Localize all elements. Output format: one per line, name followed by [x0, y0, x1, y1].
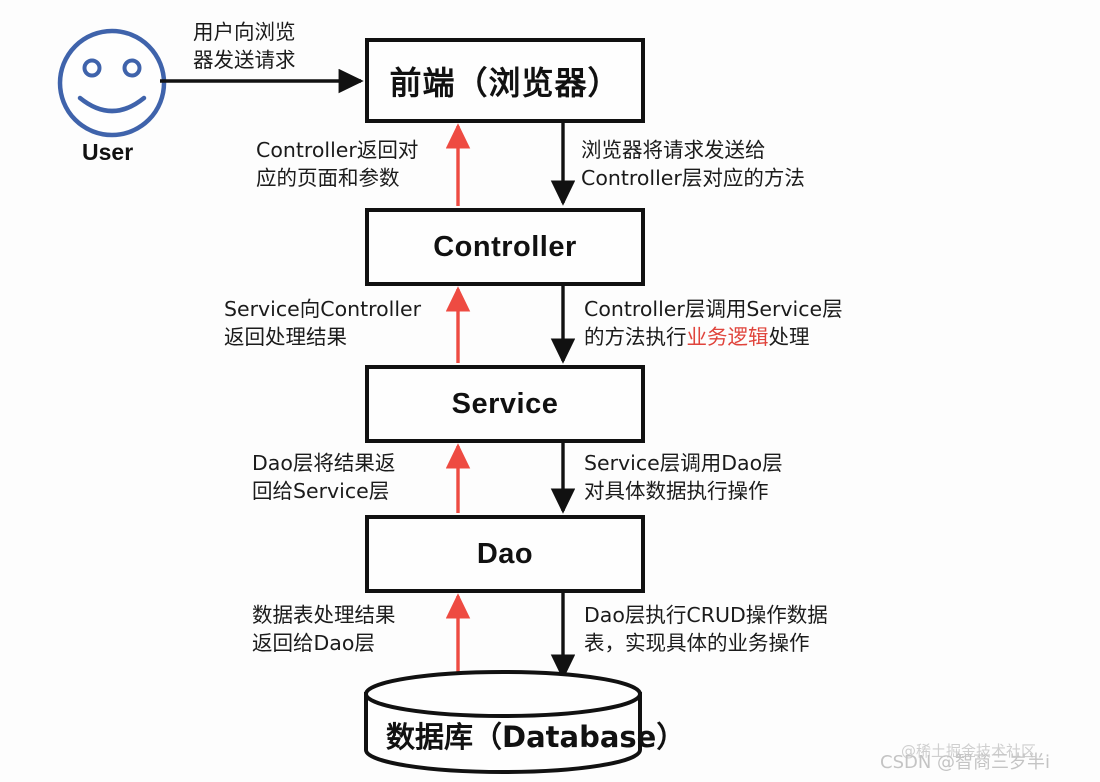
edge-label-line: Controller返回对	[256, 138, 419, 162]
edge-label-line: 浏览器将请求发送给	[581, 138, 766, 162]
node-dao[interactable]: Dao	[365, 515, 645, 593]
edge-label-dao-to-service: Dao层将结果返 回给Service层	[252, 449, 395, 505]
edge-label-segment: 的方法执行	[584, 325, 687, 349]
edge-label-controller-to-frontend: Controller返回对 应的页面和参数	[256, 136, 418, 192]
edge-label-database-to-dao: 数据表处理结果 返回给Dao层	[252, 601, 396, 657]
node-dao-label: Dao	[476, 537, 534, 570]
edge-label-line: 返回处理结果	[224, 325, 347, 349]
user-caption: User	[82, 139, 134, 165]
node-frontend-label: 前端（浏览器）	[389, 63, 621, 102]
edge-label-line: Dao层执行CRUD操作数据	[584, 603, 828, 627]
edge-label-service-to-controller: Service向Controller 返回处理结果	[224, 295, 421, 351]
edge-label-line: 对具体数据执行操作	[584, 479, 769, 503]
edge-label-dao-to-database: Dao层执行CRUD操作数据 表，实现具体的业务操作	[584, 601, 828, 657]
edge-label-line: Controller层对应的方法	[581, 166, 805, 190]
edge-label-frontend-to-controller: 浏览器将请求发送给 Controller层对应的方法	[581, 136, 805, 192]
edge-label-line: 数据表处理结果	[252, 603, 396, 627]
edge-label-service-to-dao: Service层调用Dao层 对具体数据执行操作	[584, 449, 783, 505]
node-controller-label: Controller	[433, 230, 577, 263]
edge-label-line: Service向Controller	[224, 297, 422, 321]
edge-label-line: 返回给Dao层	[252, 631, 375, 655]
edge-label-line: 表，实现具体的业务操作	[584, 631, 810, 655]
edge-label-line-mixed: 的方法执行业务逻辑处理	[584, 323, 843, 351]
edge-label-highlight: 业务逻辑	[686, 325, 769, 349]
diagram-canvas: 前端（浏览器） Controller Service Dao 数据库（Datab…	[0, 0, 1100, 782]
edge-label-line: Service层调用Dao层	[584, 451, 783, 475]
node-database-label: 数据库（Database）	[386, 720, 686, 754]
edge-label-controller-to-service: Controller层调用Service层 的方法执行业务逻辑处理	[584, 295, 843, 351]
smiley-face-icon	[57, 28, 167, 138]
edge-label-line: Dao层将结果返	[252, 451, 396, 475]
edge-label-user-to-frontend: 用户向浏览 器发送请求	[193, 18, 296, 74]
edge-label-segment: 处理	[768, 325, 810, 349]
edge-label-line: 器发送请求	[193, 48, 296, 72]
edge-label-line: Controller层调用Service层	[584, 297, 843, 321]
edge-label-line: 用户向浏览	[193, 20, 296, 44]
node-controller[interactable]: Controller	[365, 208, 645, 286]
edge-label-line: 回给Service层	[252, 479, 390, 503]
edge-label-line: 应的页面和参数	[256, 166, 400, 190]
node-service-label: Service	[451, 387, 559, 420]
node-frontend[interactable]: 前端（浏览器）	[365, 38, 645, 123]
node-service[interactable]: Service	[365, 365, 645, 443]
